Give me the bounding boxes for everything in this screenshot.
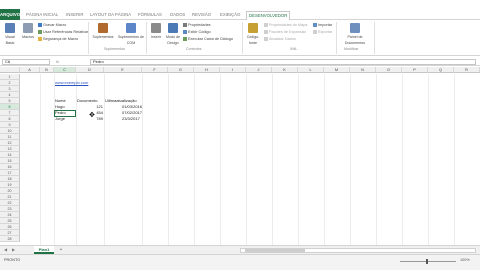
- column-header-b[interactable]: B: [40, 67, 54, 73]
- name-box[interactable]: C6: [2, 59, 50, 65]
- expansion-packs-icon: [264, 29, 268, 34]
- next-sheet-icon[interactable]: ▶: [12, 247, 15, 252]
- formula-bar: C6 fx Pedro: [0, 58, 480, 66]
- map-properties-icon: [264, 22, 268, 27]
- tab-formulas[interactable]: FÓRMULAS: [136, 11, 164, 20]
- column-header-q[interactable]: Q: [428, 67, 454, 73]
- visual-basic-button[interactable]: Visual Basic: [1, 22, 19, 46]
- column-header-m[interactable]: M: [324, 67, 350, 73]
- import-icon: [313, 22, 317, 27]
- cell-data[interactable]: 23/3/2017: [122, 116, 140, 122]
- column-header-g[interactable]: G: [168, 67, 194, 73]
- source-icon: [248, 23, 258, 33]
- group-label-xml: XML: [290, 47, 298, 51]
- column-header-k[interactable]: K: [272, 67, 298, 73]
- addins-icon: [98, 23, 108, 33]
- warning-icon: [38, 36, 42, 41]
- tab-arquivo[interactable]: ARQUIVO: [0, 9, 20, 20]
- exibir-codigo-button[interactable]: Exibir Código: [183, 29, 211, 35]
- sheet-tabs-bar: ◀ ▶ Plan1 +: [0, 245, 480, 254]
- pacotes-expansao-button[interactable]: Pacotes de Expansão: [264, 29, 306, 35]
- column-header-a[interactable]: A: [20, 67, 40, 73]
- tab-pagina-inicial[interactable]: PÁGINA INICIAL: [24, 11, 60, 20]
- zoom-slider[interactable]: [400, 261, 456, 262]
- status-bar: PRONTO 100%: [0, 254, 480, 270]
- tab-layout-pagina[interactable]: LAYOUT DA PÁGINA: [88, 11, 133, 20]
- column-header-o[interactable]: O: [376, 67, 402, 73]
- record-icon: [38, 22, 42, 27]
- sheet-tab-plan1[interactable]: Plan1: [34, 246, 54, 254]
- exportar-button[interactable]: Exportar: [313, 29, 332, 35]
- com-addins-icon: [126, 23, 136, 33]
- tab-exibicao[interactable]: EXIBIÇÃO: [218, 11, 242, 20]
- importar-button[interactable]: Importar: [313, 22, 332, 28]
- column-header-d[interactable]: D: [76, 67, 104, 73]
- propriedades-button[interactable]: Propriedades: [183, 22, 211, 28]
- tab-inserir[interactable]: INSERIR: [64, 11, 85, 20]
- column-header-i[interactable]: I: [220, 67, 246, 73]
- refresh-icon: [264, 36, 268, 41]
- column-header-h[interactable]: H: [194, 67, 220, 73]
- visual-basic-icon: [5, 23, 15, 33]
- group-label-modificar: Modificar: [344, 47, 359, 51]
- active-cell-border: [54, 110, 76, 117]
- formula-input[interactable]: Pedro: [90, 59, 476, 65]
- usar-referencias-button[interactable]: Usar Referências Relativas: [38, 29, 89, 35]
- tab-revisao[interactable]: REVISÃO: [190, 11, 213, 20]
- toolbox-icon: [151, 23, 161, 33]
- select-all-corner[interactable]: [0, 67, 20, 73]
- column-header-f[interactable]: F: [142, 67, 168, 73]
- column-header-p[interactable]: P: [402, 67, 428, 73]
- column-header-j[interactable]: J: [246, 67, 272, 73]
- propriedades-mapa-button[interactable]: Propriedades do Mapa: [264, 22, 307, 28]
- cursor-icon: ✥: [89, 112, 95, 119]
- view-code-icon: [183, 29, 187, 34]
- status-ready: PRONTO: [4, 258, 21, 262]
- export-icon: [313, 29, 317, 34]
- group-label-controles: Controles: [186, 47, 202, 51]
- row-header[interactable]: 28: [0, 236, 20, 242]
- link-cell[interactable]: www.exemplo.com: [55, 80, 88, 86]
- scrollbar-thumb[interactable]: [245, 249, 305, 252]
- document-panel-icon: [350, 23, 360, 33]
- inserir-controle-button[interactable]: Inserir: [148, 22, 164, 46]
- prev-sheet-icon[interactable]: ◀: [4, 247, 7, 252]
- ribbon-tabs: ARQUIVO PÁGINA INICIAL INSERIR LAYOUT DA…: [0, 9, 480, 21]
- group-label-suplementos: Suplementos: [104, 47, 125, 51]
- relative-ref-icon: [38, 29, 42, 34]
- fx-icon[interactable]: fx: [56, 59, 59, 64]
- ribbon: Visual Basic Macros Gravar Macro Usar Re…: [0, 20, 480, 56]
- column-header-l[interactable]: L: [298, 67, 324, 73]
- codigo-fonte-button[interactable]: Código-fonte: [244, 22, 262, 46]
- column-header-r[interactable]: R: [454, 67, 480, 73]
- modo-design-button[interactable]: Modo de Design: [164, 22, 182, 46]
- painel-documentos-button[interactable]: Painel de Documentos: [340, 22, 370, 46]
- design-mode-icon: [168, 23, 178, 33]
- macros-button[interactable]: Macros: [19, 22, 37, 46]
- tab-dados[interactable]: DADOS: [168, 11, 187, 20]
- atualizar-dados-button[interactable]: Atualizar Dados: [264, 36, 296, 42]
- macros-icon: [23, 23, 33, 33]
- column-header-c[interactable]: C: [54, 67, 76, 73]
- suplementos-button[interactable]: Suplementos: [92, 22, 114, 46]
- column-header-e[interactable]: E: [104, 67, 142, 73]
- worksheet-grid[interactable]: A B C D E F G H I J K L M N O P Q R 1 2 …: [0, 67, 480, 245]
- zoom-slider-thumb[interactable]: [426, 259, 428, 264]
- seguranca-macro-button[interactable]: Segurança de Macro: [38, 36, 78, 42]
- suplementos-com-button[interactable]: Suplementos de COM: [118, 22, 144, 46]
- column-header-n[interactable]: N: [350, 67, 376, 73]
- gravar-macro-button[interactable]: Gravar Macro: [38, 22, 66, 28]
- horizontal-scrollbar[interactable]: [240, 248, 476, 253]
- properties-icon: [183, 22, 187, 27]
- zoom-level[interactable]: 100%: [460, 258, 470, 262]
- executar-caixa-button[interactable]: Executar Caixa de Diálogo: [183, 36, 233, 42]
- add-sheet-icon[interactable]: +: [57, 246, 65, 254]
- run-dialog-icon: [183, 36, 187, 41]
